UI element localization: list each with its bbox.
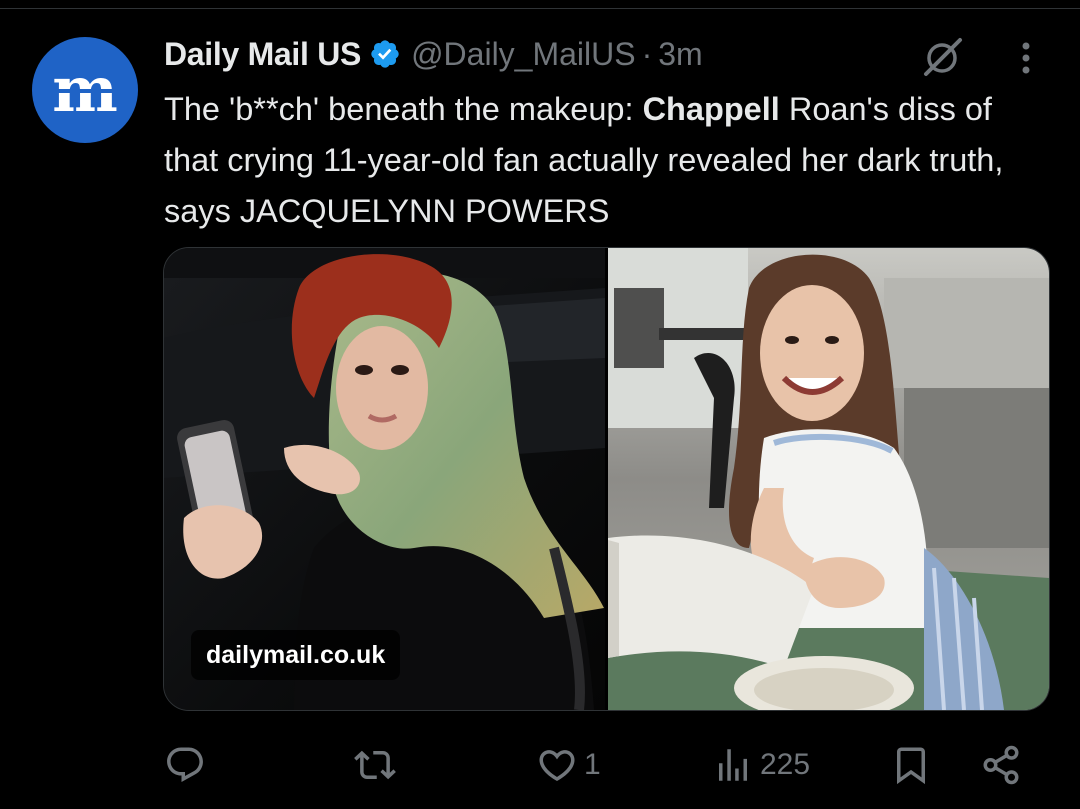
retweet-button[interactable] <box>354 735 396 795</box>
handle[interactable]: @Daily_MailUS <box>411 36 636 73</box>
retweet-icon <box>354 750 396 780</box>
timestamp[interactable]: 3m <box>658 36 702 73</box>
tweet-text-bold: Chappell <box>642 91 780 127</box>
heart-icon <box>539 750 575 782</box>
avatar[interactable]: m <box>32 37 138 143</box>
top-divider <box>0 8 1080 9</box>
like-count: 1 <box>584 748 601 781</box>
like-button[interactable]: 1 <box>536 735 601 795</box>
views-count: 225 <box>760 748 811 781</box>
reply-icon <box>167 747 203 782</box>
more-options-icon[interactable] <box>1010 38 1042 78</box>
bookmark-button[interactable] <box>890 735 932 795</box>
display-name[interactable]: Daily Mail US <box>164 36 361 73</box>
reply-button[interactable] <box>164 735 206 795</box>
tweet-header: Daily Mail US @Daily_MailUS · 3m <box>164 32 703 76</box>
source-badge[interactable]: dailymail.co.uk <box>191 630 401 680</box>
grok-icon[interactable] <box>918 34 966 82</box>
daily-mail-logo-icon: m <box>52 59 118 121</box>
share-button[interactable] <box>980 735 1022 795</box>
right-photo <box>608 248 1049 710</box>
bookmark-icon <box>897 747 925 785</box>
separator-dot: · <box>641 35 653 72</box>
verified-badge-icon[interactable] <box>369 38 401 70</box>
action-bar: 1 225 <box>0 735 1080 795</box>
views-button[interactable]: 225 <box>712 735 810 795</box>
views-icon <box>719 749 747 781</box>
tweet-text: The 'b**ch' beneath the makeup: Chappell… <box>164 84 1054 237</box>
share-icon <box>983 745 1019 785</box>
tweet-text-part1: The 'b**ch' beneath the makeup: <box>164 91 643 127</box>
